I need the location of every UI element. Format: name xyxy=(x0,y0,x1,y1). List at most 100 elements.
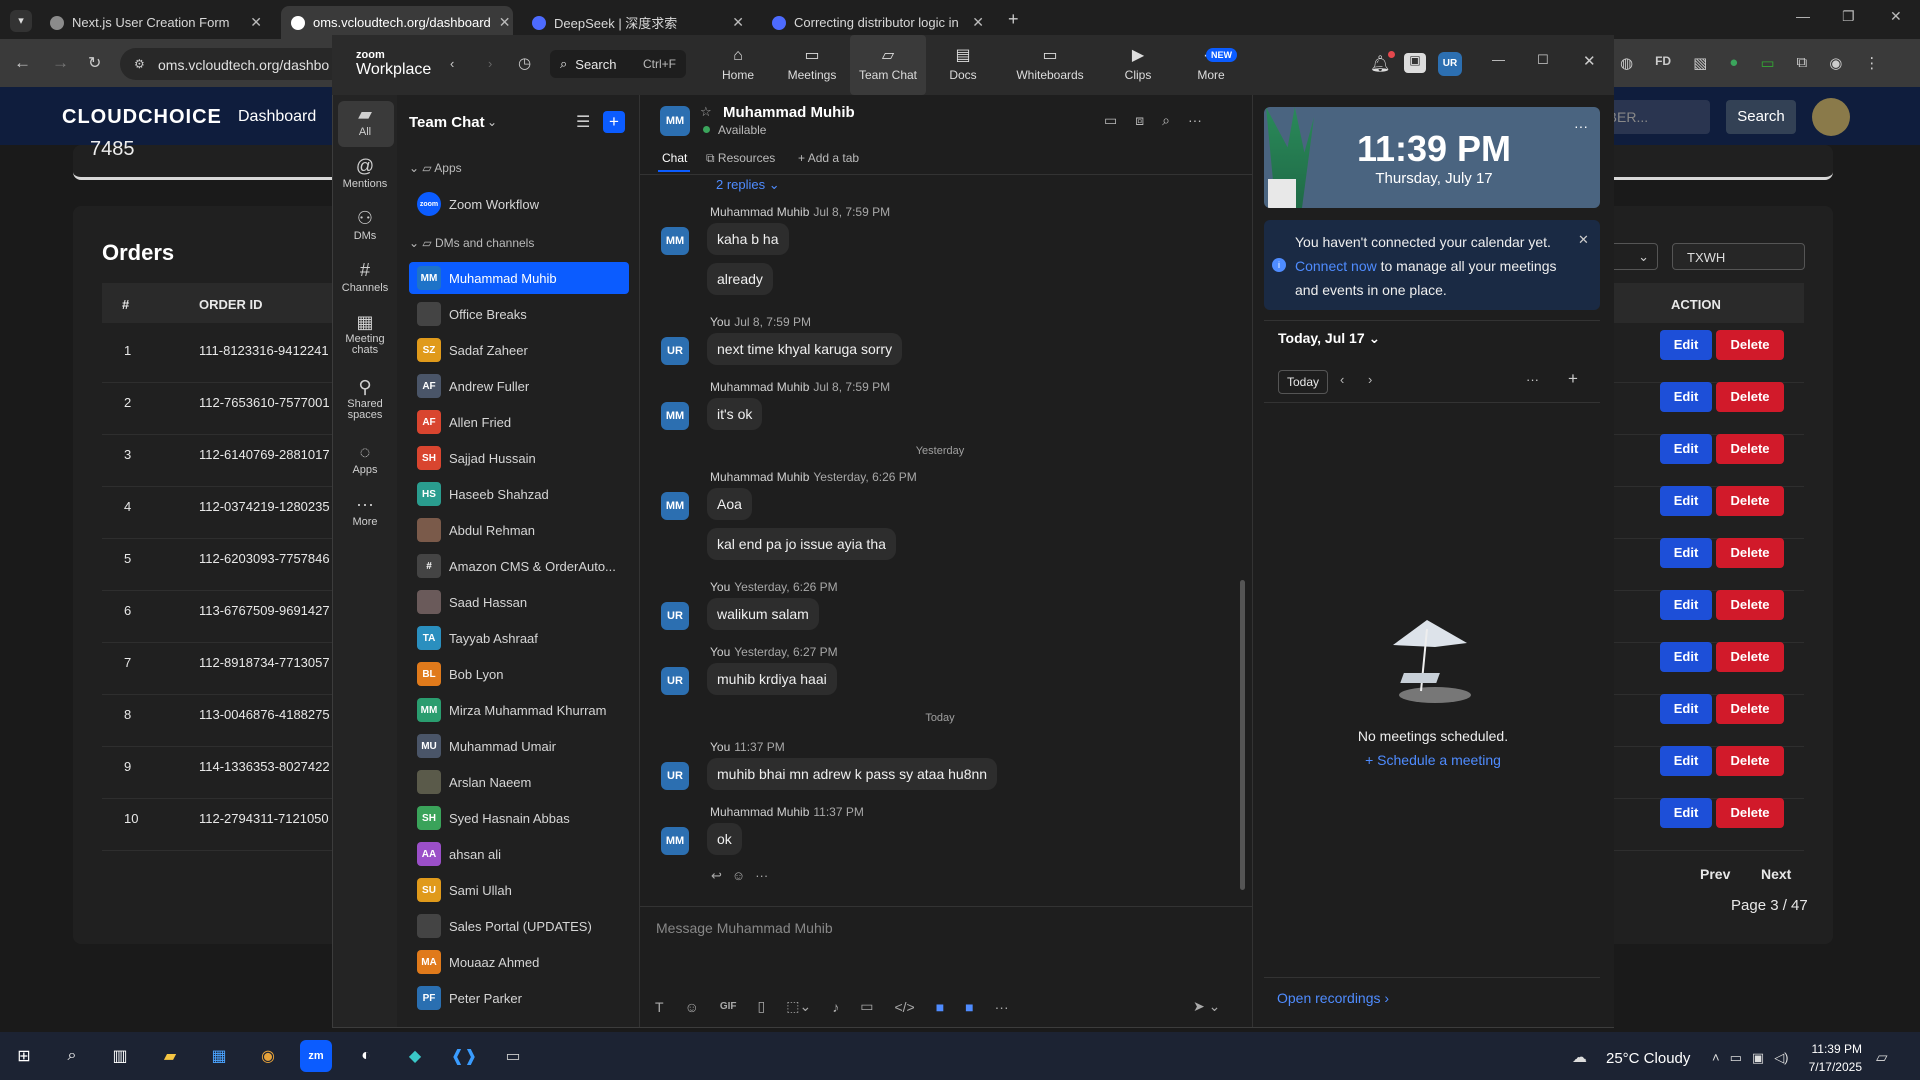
rail-mentions[interactable]: @ Mentions xyxy=(333,157,397,190)
search-icon[interactable]: ⌕ xyxy=(1162,112,1170,129)
filter-icon[interactable]: ☰ xyxy=(576,112,590,132)
rail-shared-spaces[interactable]: ⚲ Shared spaces xyxy=(333,378,397,421)
message-avatar[interactable]: UR xyxy=(661,762,689,790)
more-options-icon[interactable]: ··· xyxy=(1574,118,1588,134)
app-item-zoom-workflow[interactable]: zoom Zoom Workflow xyxy=(409,188,629,220)
delete-button[interactable]: Delete xyxy=(1716,330,1784,360)
profile-icon[interactable]: ◉ xyxy=(1829,54,1842,72)
maximize-icon[interactable]: ☐ xyxy=(1537,52,1549,68)
delete-button[interactable]: Delete xyxy=(1716,798,1784,828)
edit-button[interactable]: Edit xyxy=(1660,694,1712,724)
emoji-react-icon[interactable]: ☺ xyxy=(732,868,745,884)
edit-button[interactable]: Edit xyxy=(1660,486,1712,516)
close-tab-icon[interactable]: ✕ xyxy=(732,14,744,31)
panel-title[interactable]: Team Chat xyxy=(409,114,485,131)
app-circle-icon[interactable]: ◐ xyxy=(350,1040,382,1072)
zoom-tab-home[interactable]: ⌂ Home xyxy=(700,35,776,95)
tab-resources[interactable]: ⧉ Resources xyxy=(706,151,775,166)
format-text-icon[interactable]: T xyxy=(655,999,664,1015)
chevron-right-icon[interactable]: › xyxy=(1368,372,1372,387)
contact-item[interactable]: Arslan Naeem xyxy=(409,766,629,798)
contact-item[interactable]: HS Haseeb Shahzad xyxy=(409,478,629,510)
video-extension-icon[interactable]: ▭ xyxy=(1760,54,1774,72)
volume-icon[interactable]: ◁) xyxy=(1774,1050,1788,1066)
delete-button[interactable]: Delete xyxy=(1716,382,1784,412)
globe-extension-icon[interactable]: ◍ xyxy=(1620,54,1633,72)
rail-more[interactable]: ··· More xyxy=(333,495,397,528)
green-extension-icon[interactable]: ● xyxy=(1729,54,1738,72)
minimize-icon[interactable]: — xyxy=(1492,52,1505,67)
puzzle-extension-icon[interactable]: ⧉ xyxy=(1797,54,1808,72)
close-tab-icon[interactable]: ✕ xyxy=(250,14,262,31)
contact-item[interactable]: SZ Sadaf Zaheer xyxy=(409,334,629,366)
file-explorer-icon[interactable]: ▰ xyxy=(154,1040,186,1072)
edit-button[interactable]: Edit xyxy=(1660,642,1712,672)
more-options-icon[interactable]: ··· xyxy=(1526,372,1539,387)
store-icon[interactable]: ▦ xyxy=(203,1040,235,1072)
contact-item[interactable]: AF Allen Fried xyxy=(409,406,629,438)
delete-button[interactable]: Delete xyxy=(1716,538,1784,568)
tab-chat[interactable]: Chat xyxy=(662,151,687,165)
delete-button[interactable]: Delete xyxy=(1716,590,1784,620)
section-apps[interactable]: ⌄ ▱ Apps xyxy=(409,161,462,175)
edit-button[interactable]: Edit xyxy=(1660,330,1712,360)
back-icon[interactable]: ← xyxy=(14,53,31,73)
message-avatar[interactable]: MM xyxy=(661,827,689,855)
gif-icon[interactable]: GIF xyxy=(720,1001,737,1012)
chevron-left-icon[interactable]: ‹ xyxy=(1340,372,1344,387)
reply-icon[interactable]: ↩ xyxy=(711,868,722,884)
message-bubble[interactable]: already xyxy=(707,263,773,295)
prev-button[interactable]: Prev xyxy=(1700,866,1730,882)
meeting-shortcut-icon[interactable]: ■ xyxy=(965,999,973,1015)
nav-dashboard[interactable]: Dashboard xyxy=(238,108,316,126)
rail-all[interactable]: ▰ All xyxy=(333,105,397,138)
close-tab-icon[interactable]: ✕ xyxy=(972,14,984,31)
chat-scrollbar[interactable] xyxy=(1240,580,1245,890)
open-recordings-link[interactable]: Open recordings › xyxy=(1277,990,1389,1006)
video-message-icon[interactable]: ▭ xyxy=(860,998,873,1015)
notifications-icon[interactable]: ▱ xyxy=(1876,1048,1888,1066)
contact-item[interactable]: BL Bob Lyon xyxy=(409,658,629,690)
chevron-down-icon[interactable]: ⌄ xyxy=(487,115,497,129)
delete-button[interactable]: Delete xyxy=(1716,642,1784,672)
next-button[interactable]: Next xyxy=(1761,866,1791,882)
new-chat-button[interactable]: + xyxy=(603,111,625,133)
contact-item[interactable]: MU Muhammad Umair xyxy=(409,730,629,762)
image-extension-icon[interactable]: ▧ xyxy=(1693,54,1707,72)
star-icon[interactable]: ☆ xyxy=(700,104,712,120)
app-shortcut-icon[interactable]: ■ xyxy=(936,999,944,1015)
edit-button[interactable]: Edit xyxy=(1660,538,1712,568)
edit-button[interactable]: Edit xyxy=(1660,382,1712,412)
tab-search-icon[interactable]: ▾ xyxy=(10,10,32,32)
close-tab-icon[interactable]: ✕ xyxy=(499,14,511,31)
fd-extension-icon[interactable]: FD xyxy=(1655,54,1671,72)
close-icon[interactable]: ✕ xyxy=(1578,232,1589,248)
share-screen-icon[interactable]: ⧈ xyxy=(1135,112,1144,129)
rail-dms[interactable]: ⚇ DMs xyxy=(333,209,397,242)
zoom-search[interactable]: ⌕ Search Ctrl+F xyxy=(550,50,686,78)
filter-select[interactable]: ⌄ xyxy=(1608,243,1658,270)
contact-item[interactable]: TA Tayyab Ashraaf xyxy=(409,622,629,654)
message-avatar[interactable]: UR xyxy=(661,602,689,630)
zoom-tab-whiteboards[interactable]: ▭ Whiteboards xyxy=(1000,35,1100,95)
message-bubble[interactable]: it's ok xyxy=(707,398,763,430)
contact-item[interactable]: MA Mouaaz Ahmed xyxy=(409,946,629,978)
zoom-tab-more[interactable]: ···More xyxy=(1173,35,1249,95)
delete-button[interactable]: Delete xyxy=(1716,434,1784,464)
search-icon[interactable]: ⌕ xyxy=(56,1040,88,1072)
contact-item[interactable]: PF Peter Parker xyxy=(409,982,629,1014)
contact-item[interactable]: Sales Portal (UPDATES) xyxy=(409,910,629,942)
contact-item[interactable]: MM Mirza Muhammad Khurram xyxy=(409,694,629,726)
weather-text[interactable]: 25°C Cloudy xyxy=(1606,1050,1690,1067)
message-avatar[interactable]: MM xyxy=(661,492,689,520)
delete-button[interactable]: Delete xyxy=(1716,694,1784,724)
emoji-icon[interactable]: ☺ xyxy=(685,999,699,1015)
menu-kebab-icon[interactable]: ⋮ xyxy=(1864,54,1879,72)
close-icon[interactable]: ✕ xyxy=(1583,52,1596,70)
message-bubble[interactable]: ok xyxy=(707,823,742,855)
app-diamond-icon[interactable]: ◆ xyxy=(399,1040,431,1072)
brand-logo[interactable]: CLOUDCHOICE xyxy=(62,106,222,129)
contact-item[interactable]: MM Muhammad Muhib xyxy=(409,262,629,294)
message-bubble[interactable]: Aoa xyxy=(707,488,752,520)
contact-item[interactable]: AF Andrew Fuller xyxy=(409,370,629,402)
